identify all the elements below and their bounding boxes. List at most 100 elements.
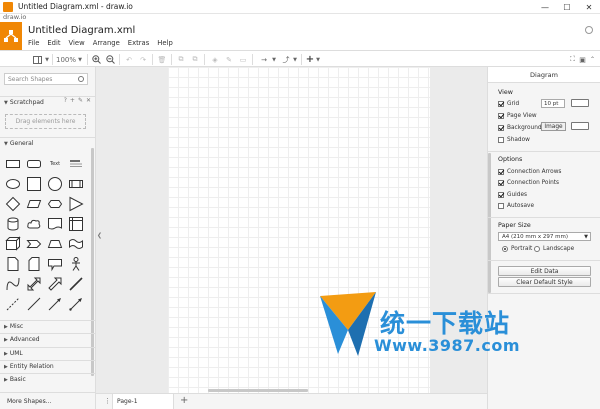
chevron-down-icon[interactable]: ▼ [44,54,50,65]
connection-style-icon[interactable]: → [257,54,271,65]
zoom-in-icon[interactable] [90,54,102,65]
landscape-row[interactable]: Landscape [534,246,574,252]
search-input[interactable]: Search Shapes [4,73,88,85]
connection-points-checkbox[interactable] [498,180,504,186]
collapse-up-icon[interactable]: ⌃ [588,54,597,65]
dashed-line-shape[interactable] [6,297,20,311]
scratchpad-header[interactable]: ▼ Scratchpad ? + ✎ ✕ [0,96,95,108]
internal-storage-shape[interactable] [69,217,83,231]
to-front-icon[interactable]: ⧉ [176,54,186,65]
menu-edit[interactable]: Edit [47,39,60,47]
shadow-icon[interactable]: ▭ [238,54,248,65]
hexagon-shape[interactable] [47,197,63,211]
menu-extras[interactable]: Extras [128,39,149,47]
document-shape[interactable] [48,217,62,231]
format-panel-title[interactable]: Diagram [488,67,600,83]
scratchpad-drop-zone[interactable]: Drag elements here [5,114,86,129]
connection-chevron-icon[interactable]: ▼ [271,54,277,65]
uml-header[interactable]: ▶ UML [0,347,95,359]
insert-plus-icon[interactable]: + [305,54,315,65]
sidebar-collapse-icon[interactable]: ❮ [97,232,102,239]
delete-icon[interactable]: 🗑 [157,54,167,65]
maximize-button[interactable]: ☐ [556,0,578,14]
actor-shape[interactable] [69,257,83,271]
connection-arrows-row[interactable]: Connection Arrows [498,169,561,175]
callout-shape[interactable] [48,257,62,272]
clear-default-style-button[interactable]: Clear Default Style [498,277,591,287]
close-icon[interactable]: ✕ [86,97,91,104]
rectangle-shape[interactable] [6,157,20,171]
step-shape[interactable] [26,237,42,251]
insert-chevron-icon[interactable]: ▼ [315,54,321,65]
connector-shape[interactable] [48,297,62,311]
paper-size-select[interactable]: A4 (210 mm x 297 mm) ▼ [498,232,591,241]
zoom-out-icon[interactable] [104,54,116,65]
shadow-checkbox[interactable] [498,137,504,143]
arrow-shape[interactable] [48,277,62,291]
pages-menu-icon[interactable]: ⋮ [104,397,111,405]
waypoints-icon[interactable]: ⤴ [280,54,292,65]
rounded-rectangle-shape[interactable] [27,157,41,171]
grid-row[interactable]: Grid [498,101,519,107]
line-color-icon[interactable]: ✎ [224,54,234,65]
add-icon[interactable]: + [70,97,75,104]
autosave-row[interactable]: Autosave [498,203,534,209]
background-image-button[interactable]: Image [541,122,566,131]
parallelogram-shape[interactable] [26,197,42,211]
triangle-shape[interactable] [69,196,84,212]
cube-shape[interactable] [5,236,21,251]
edit-data-button[interactable]: Edit Data [498,266,591,276]
shadow-row[interactable]: Shadow [498,137,530,143]
misc-header[interactable]: ▶ Misc [0,320,95,332]
line-shape[interactable] [27,297,41,311]
connection-points-row[interactable]: Connection Points [498,180,559,186]
note-shape[interactable] [6,257,20,271]
document-title[interactable]: Untitled Diagram.xml [28,25,135,36]
bidirectional-arrow-shape[interactable] [27,277,41,291]
menu-help[interactable]: Help [157,39,173,47]
link-shape[interactable] [69,277,83,291]
zoom-chevron-icon[interactable]: ▼ [77,54,83,65]
portrait-radio[interactable] [502,246,508,252]
basic-header[interactable]: ▶ Basic [0,373,95,385]
menu-arrange[interactable]: Arrange [93,39,120,47]
page-view-row[interactable]: Page View [498,113,537,119]
general-header[interactable]: ▼ General [0,137,95,149]
more-shapes-button[interactable]: More Shapes... [0,392,95,409]
language-globe-icon[interactable] [585,26,593,34]
canvas-horizontal-scrollbar[interactable] [208,389,308,392]
trapezoid-shape[interactable] [47,237,63,251]
cloud-shape[interactable] [27,217,41,231]
minimize-button[interactable]: — [534,0,556,14]
process-shape[interactable] [69,177,83,191]
background-color-swatch[interactable] [571,122,589,130]
edit-icon[interactable]: ✎ [78,97,83,104]
fullscreen-icon[interactable]: ⛶ [568,54,577,65]
page-layout-icon[interactable] [30,54,44,65]
landscape-radio[interactable] [534,246,540,252]
undo-icon[interactable]: ↶ [124,54,134,65]
tape-shape[interactable] [69,237,83,251]
cylinder-shape[interactable] [6,217,20,231]
circle-shape[interactable] [48,177,62,191]
directional-connector-shape[interactable] [69,297,83,311]
page-tab[interactable]: Page-1 [112,394,174,409]
connection-arrows-checkbox[interactable] [498,169,504,175]
redo-icon[interactable]: ↷ [138,54,148,65]
card-shape[interactable] [27,257,41,271]
guides-row[interactable]: Guides [498,192,527,198]
zoom-level[interactable]: 100% [55,54,77,65]
advanced-header[interactable]: ▶ Advanced [0,333,95,345]
autosave-checkbox[interactable] [498,203,504,209]
page-view-checkbox[interactable] [498,113,504,119]
textbox-shape[interactable] [69,157,83,171]
grid-size-input[interactable]: 10 pt [541,99,565,108]
waypoints-chevron-icon[interactable]: ▼ [292,54,298,65]
grid-checkbox[interactable] [498,101,504,107]
to-back-icon[interactable]: ⧉ [190,54,200,65]
fill-color-icon[interactable]: ◈ [210,54,220,65]
menu-view[interactable]: View [69,39,85,47]
diamond-shape[interactable] [5,196,21,212]
background-checkbox[interactable] [498,125,504,131]
close-window-button[interactable]: ✕ [578,0,600,14]
